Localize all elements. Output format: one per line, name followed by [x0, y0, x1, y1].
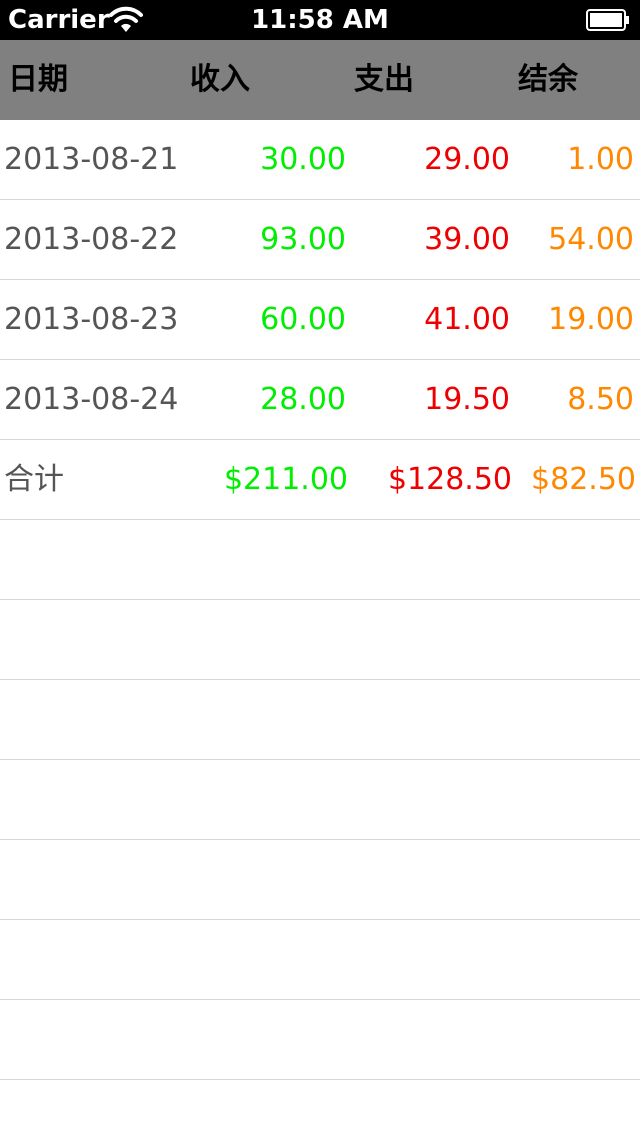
- row-expense: 19.50: [424, 382, 510, 417]
- row-income: 60.00: [260, 302, 346, 337]
- header-balance: 结余: [518, 62, 578, 97]
- header-expense: 支出: [354, 62, 414, 97]
- battery-icon: [586, 9, 629, 31]
- empty-row: [0, 1000, 640, 1080]
- empty-row: [0, 920, 640, 1000]
- empty-row: [0, 520, 640, 600]
- table-row[interactable]: 2013-08-24 28.00 19.50 8.50: [0, 360, 640, 440]
- ledger-table[interactable]: 2013-08-21 30.00 29.00 1.00 2013-08-22 9…: [0, 120, 640, 1080]
- total-income: $211.00: [223, 462, 348, 497]
- total-label: 合计: [4, 462, 64, 497]
- row-date: 2013-08-23: [4, 302, 179, 337]
- row-balance: 19.00: [548, 302, 634, 337]
- table-row[interactable]: 2013-08-21 30.00 29.00 1.00: [0, 120, 640, 200]
- total-row[interactable]: 合计 $211.00 $128.50 $82.50: [0, 440, 640, 520]
- row-expense: 39.00: [424, 222, 510, 257]
- status-bar: Carrier 11:58 AM: [0, 0, 640, 40]
- row-balance: 54.00: [548, 222, 634, 257]
- row-expense: 41.00: [424, 302, 510, 337]
- table-row[interactable]: 2013-08-23 60.00 41.00 19.00: [0, 280, 640, 360]
- row-balance: 8.50: [567, 382, 634, 417]
- empty-row: [0, 760, 640, 840]
- empty-row: [0, 840, 640, 920]
- row-expense: 29.00: [424, 142, 510, 177]
- row-income: 28.00: [260, 382, 346, 417]
- table-row[interactable]: 2013-08-22 93.00 39.00 54.00: [0, 200, 640, 280]
- total-expense: $128.50: [387, 462, 512, 497]
- empty-row: [0, 680, 640, 760]
- row-income: 93.00: [260, 222, 346, 257]
- row-date: 2013-08-24: [4, 382, 179, 417]
- row-date: 2013-08-21: [4, 142, 179, 177]
- header-date: 日期: [8, 62, 68, 97]
- empty-row: [0, 600, 640, 680]
- table-header: 日期 收入 支出 结余: [0, 40, 640, 120]
- total-balance: $82.50: [531, 462, 636, 497]
- row-income: 30.00: [260, 142, 346, 177]
- header-income: 收入: [190, 62, 250, 97]
- row-date: 2013-08-22: [4, 222, 179, 257]
- status-time: 11:58 AM: [251, 5, 389, 35]
- row-balance: 1.00: [567, 142, 634, 177]
